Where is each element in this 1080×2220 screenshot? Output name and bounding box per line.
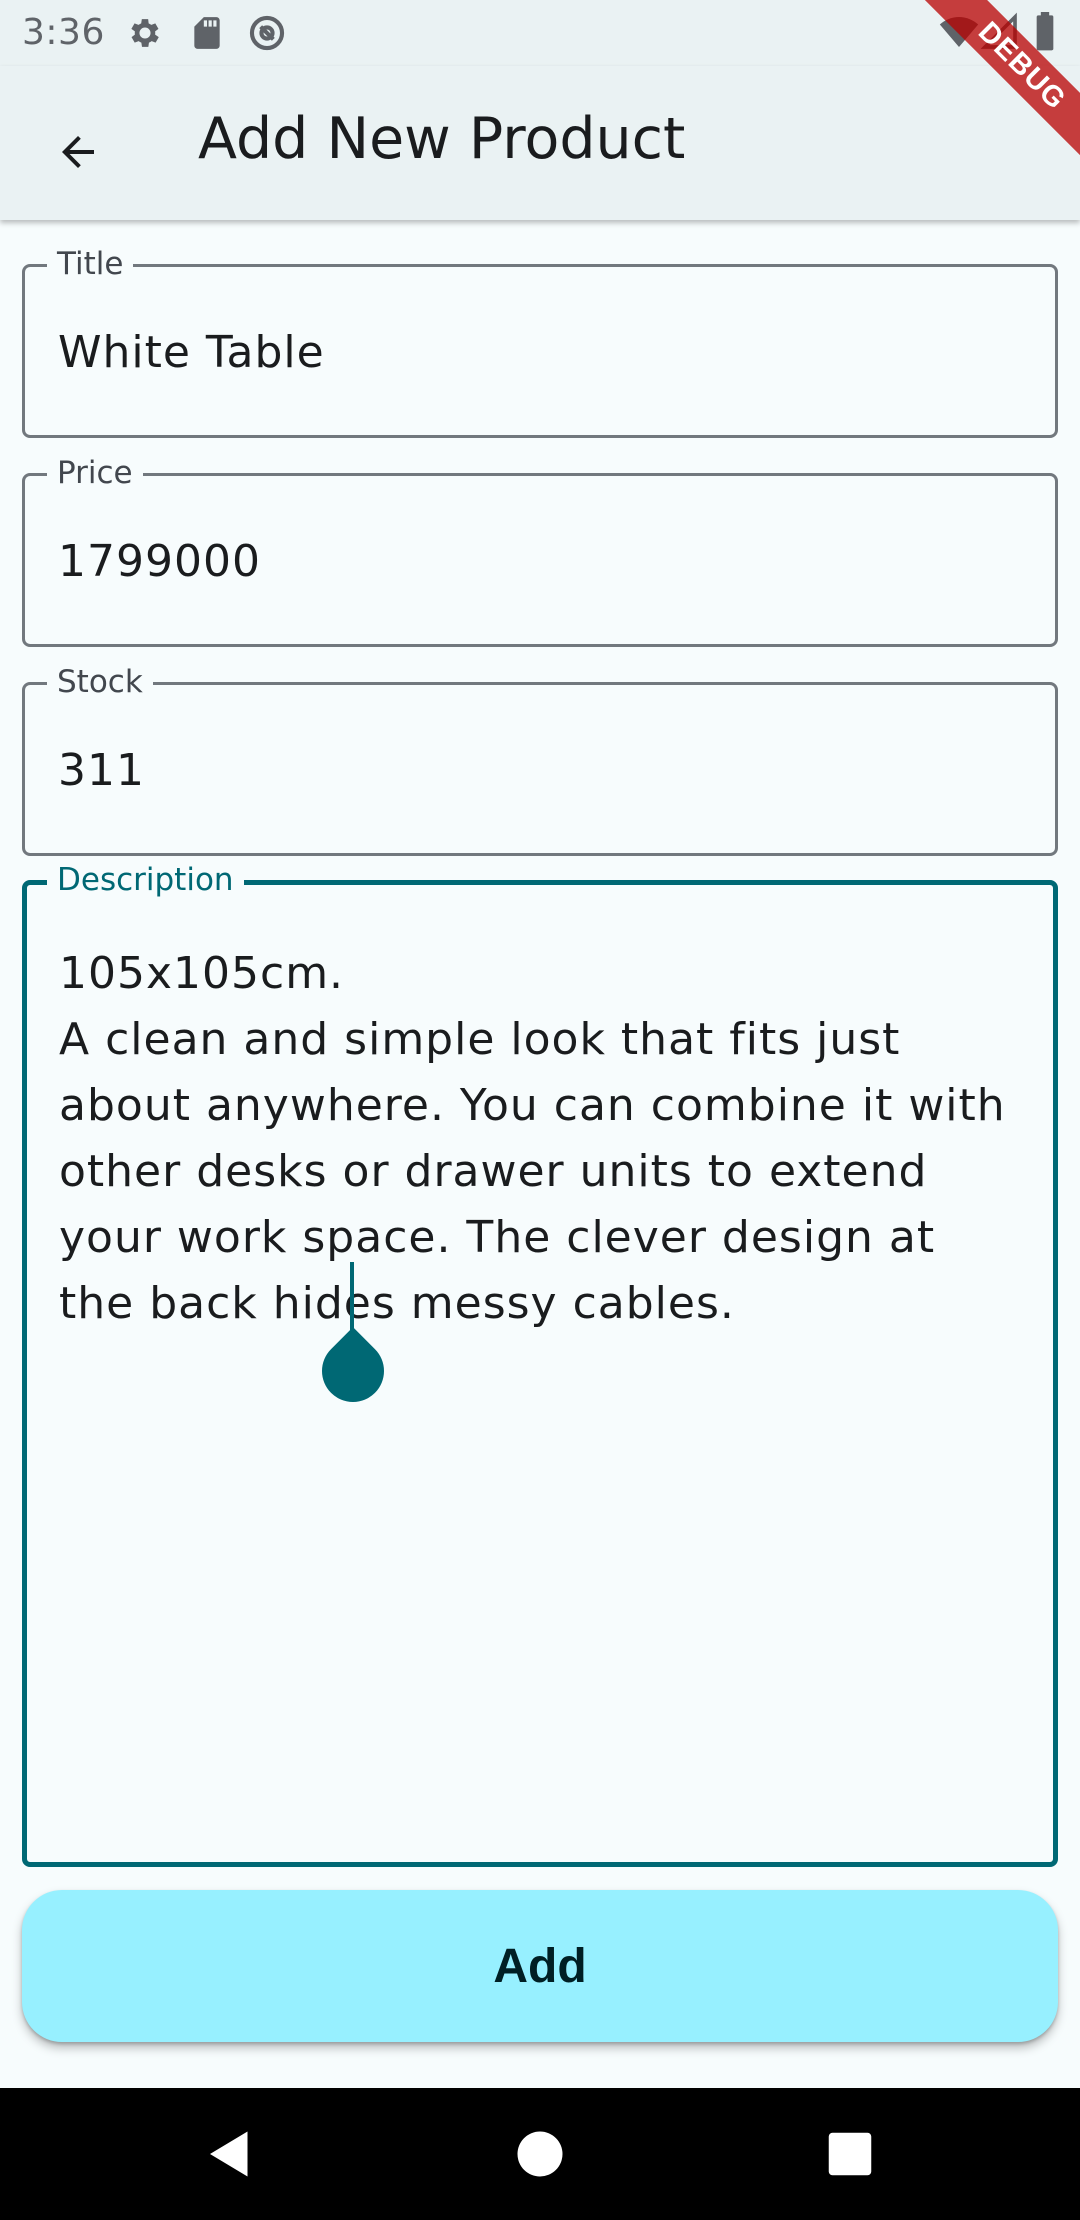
signal-icon <box>980 12 1017 49</box>
description-field[interactable]: Description 105x105cm. A clean and simpl… <box>22 861 1058 1867</box>
title-field-label: Title <box>47 245 134 283</box>
back-button[interactable] <box>38 112 118 192</box>
title-field-value[interactable]: White Table <box>58 327 325 378</box>
description-field-value[interactable]: 105x105cm. A clean and simple look that … <box>59 941 1019 1337</box>
stock-field-value[interactable]: 311 <box>58 745 145 796</box>
app-bar: Add New Product <box>0 66 1080 220</box>
status-bar: 3:36 <box>0 0 1080 66</box>
add-button[interactable]: Add <box>22 1890 1058 2042</box>
description-field-label: Description <box>47 861 244 899</box>
price-field-value[interactable]: 1799000 <box>58 536 261 587</box>
page-title: Add New Product <box>198 106 686 172</box>
wifi-icon <box>939 17 979 47</box>
settings-icon <box>131 19 159 47</box>
title-field[interactable]: Title White Table <box>22 245 1058 438</box>
status-time: 3:36 <box>22 12 105 53</box>
arrow-back-icon <box>62 136 94 168</box>
system-nav-bar <box>0 2088 1080 2220</box>
price-field[interactable]: Price 1799000 <box>22 454 1058 647</box>
back-triangle-icon[interactable] <box>200 2124 260 2184</box>
battery-icon <box>1036 12 1054 51</box>
stock-field[interactable]: Stock 311 <box>22 663 1058 856</box>
at-sign-icon <box>249 15 285 51</box>
text-cursor <box>350 1262 354 1332</box>
stock-field-label: Stock <box>47 663 153 701</box>
price-field-label: Price <box>47 454 143 492</box>
sd-card-icon <box>194 17 220 49</box>
home-circle-icon[interactable] <box>510 2124 570 2184</box>
recents-square-icon[interactable] <box>820 2124 880 2184</box>
